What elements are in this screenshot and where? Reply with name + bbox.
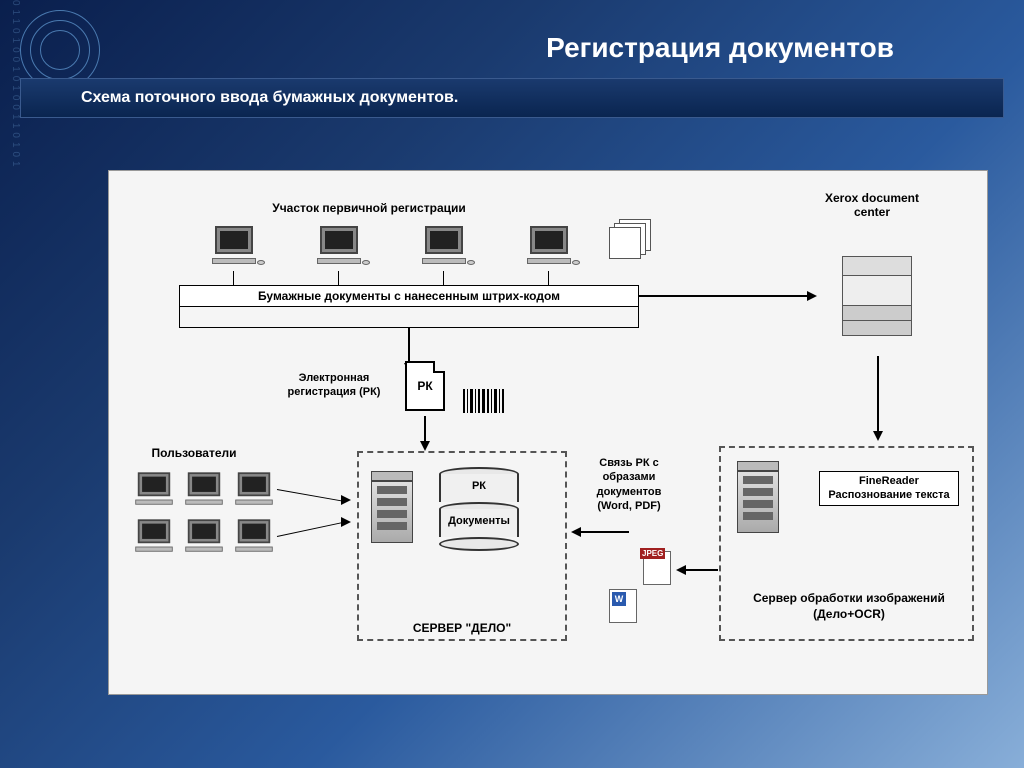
barcode-icon (463, 389, 504, 413)
user-pc-icon (183, 472, 226, 510)
connector-line (579, 531, 629, 533)
user-pc-icon (133, 472, 176, 510)
connector-line (548, 271, 549, 285)
finereader-label: FineReader Распознование текста (819, 471, 959, 506)
user-pc-icon (183, 519, 226, 557)
database-cylinder-icon: РК Документы (439, 467, 519, 551)
user-pc-icon (233, 472, 276, 510)
connector-line (684, 569, 718, 571)
paper-stack-icon (609, 219, 653, 257)
workstation-icon (419, 226, 469, 271)
slide-subtitle: Схема поточного ввода бумажных документо… (81, 89, 458, 107)
arrow-right-icon (341, 495, 351, 505)
barcode-documents-bar: Бумажные документы с нанесенным штрих-ко… (179, 285, 639, 307)
connector-line (233, 271, 234, 285)
connector-line (443, 271, 444, 285)
arrow-down-icon (873, 431, 883, 441)
arrow-left-icon (676, 565, 686, 575)
connector-line (179, 305, 180, 327)
connector-line (424, 416, 426, 444)
ocr-server-label: Сервер обработки изображений (Дело+OCR) (739, 591, 959, 622)
connector-line (277, 489, 344, 502)
arrow-left-icon (571, 527, 581, 537)
workstation-icon (524, 226, 574, 271)
diagram-panel: Участок первичной регистрации Xerox docu… (108, 170, 988, 695)
slide-subtitle-bar: Схема поточного ввода бумажных документо… (20, 78, 1004, 118)
users-label: Пользователи (139, 446, 249, 460)
connector-line (638, 305, 639, 327)
arrow-right-icon (341, 517, 351, 527)
server-delo-label: СЕРВЕР "ДЕЛО" (357, 621, 567, 635)
connector-line (877, 356, 879, 434)
xerox-label: Xerox document center (817, 191, 927, 220)
link-rk-images-label: Связь РК с образами документов (Word, PD… (579, 456, 679, 513)
connector-line (639, 295, 809, 297)
db-docs-label: Документы (439, 509, 519, 537)
copier-icon (842, 256, 912, 351)
slide-title: Регистрация документов (0, 32, 994, 64)
server-tower-icon (371, 471, 413, 543)
jpeg-file-icon: JPEG (643, 551, 671, 585)
arrow-down-icon (420, 441, 430, 451)
connector-line (277, 521, 346, 537)
connector-line (408, 327, 410, 365)
word-file-icon: W (609, 589, 637, 623)
server-tower-icon (737, 461, 779, 533)
workstation-icon (209, 226, 259, 271)
db-rk-label: РК (439, 474, 519, 502)
workstation-icon (314, 226, 364, 271)
user-pc-icon (133, 519, 176, 557)
user-pc-icon (233, 519, 276, 557)
rk-document-icon: РК (405, 361, 445, 411)
arrow-right-icon (807, 291, 817, 301)
primary-registration-label: Участок первичной регистрации (229, 201, 509, 215)
connector-line (338, 271, 339, 285)
electronic-reg-label: Электронная регистрация (РК) (269, 371, 399, 400)
